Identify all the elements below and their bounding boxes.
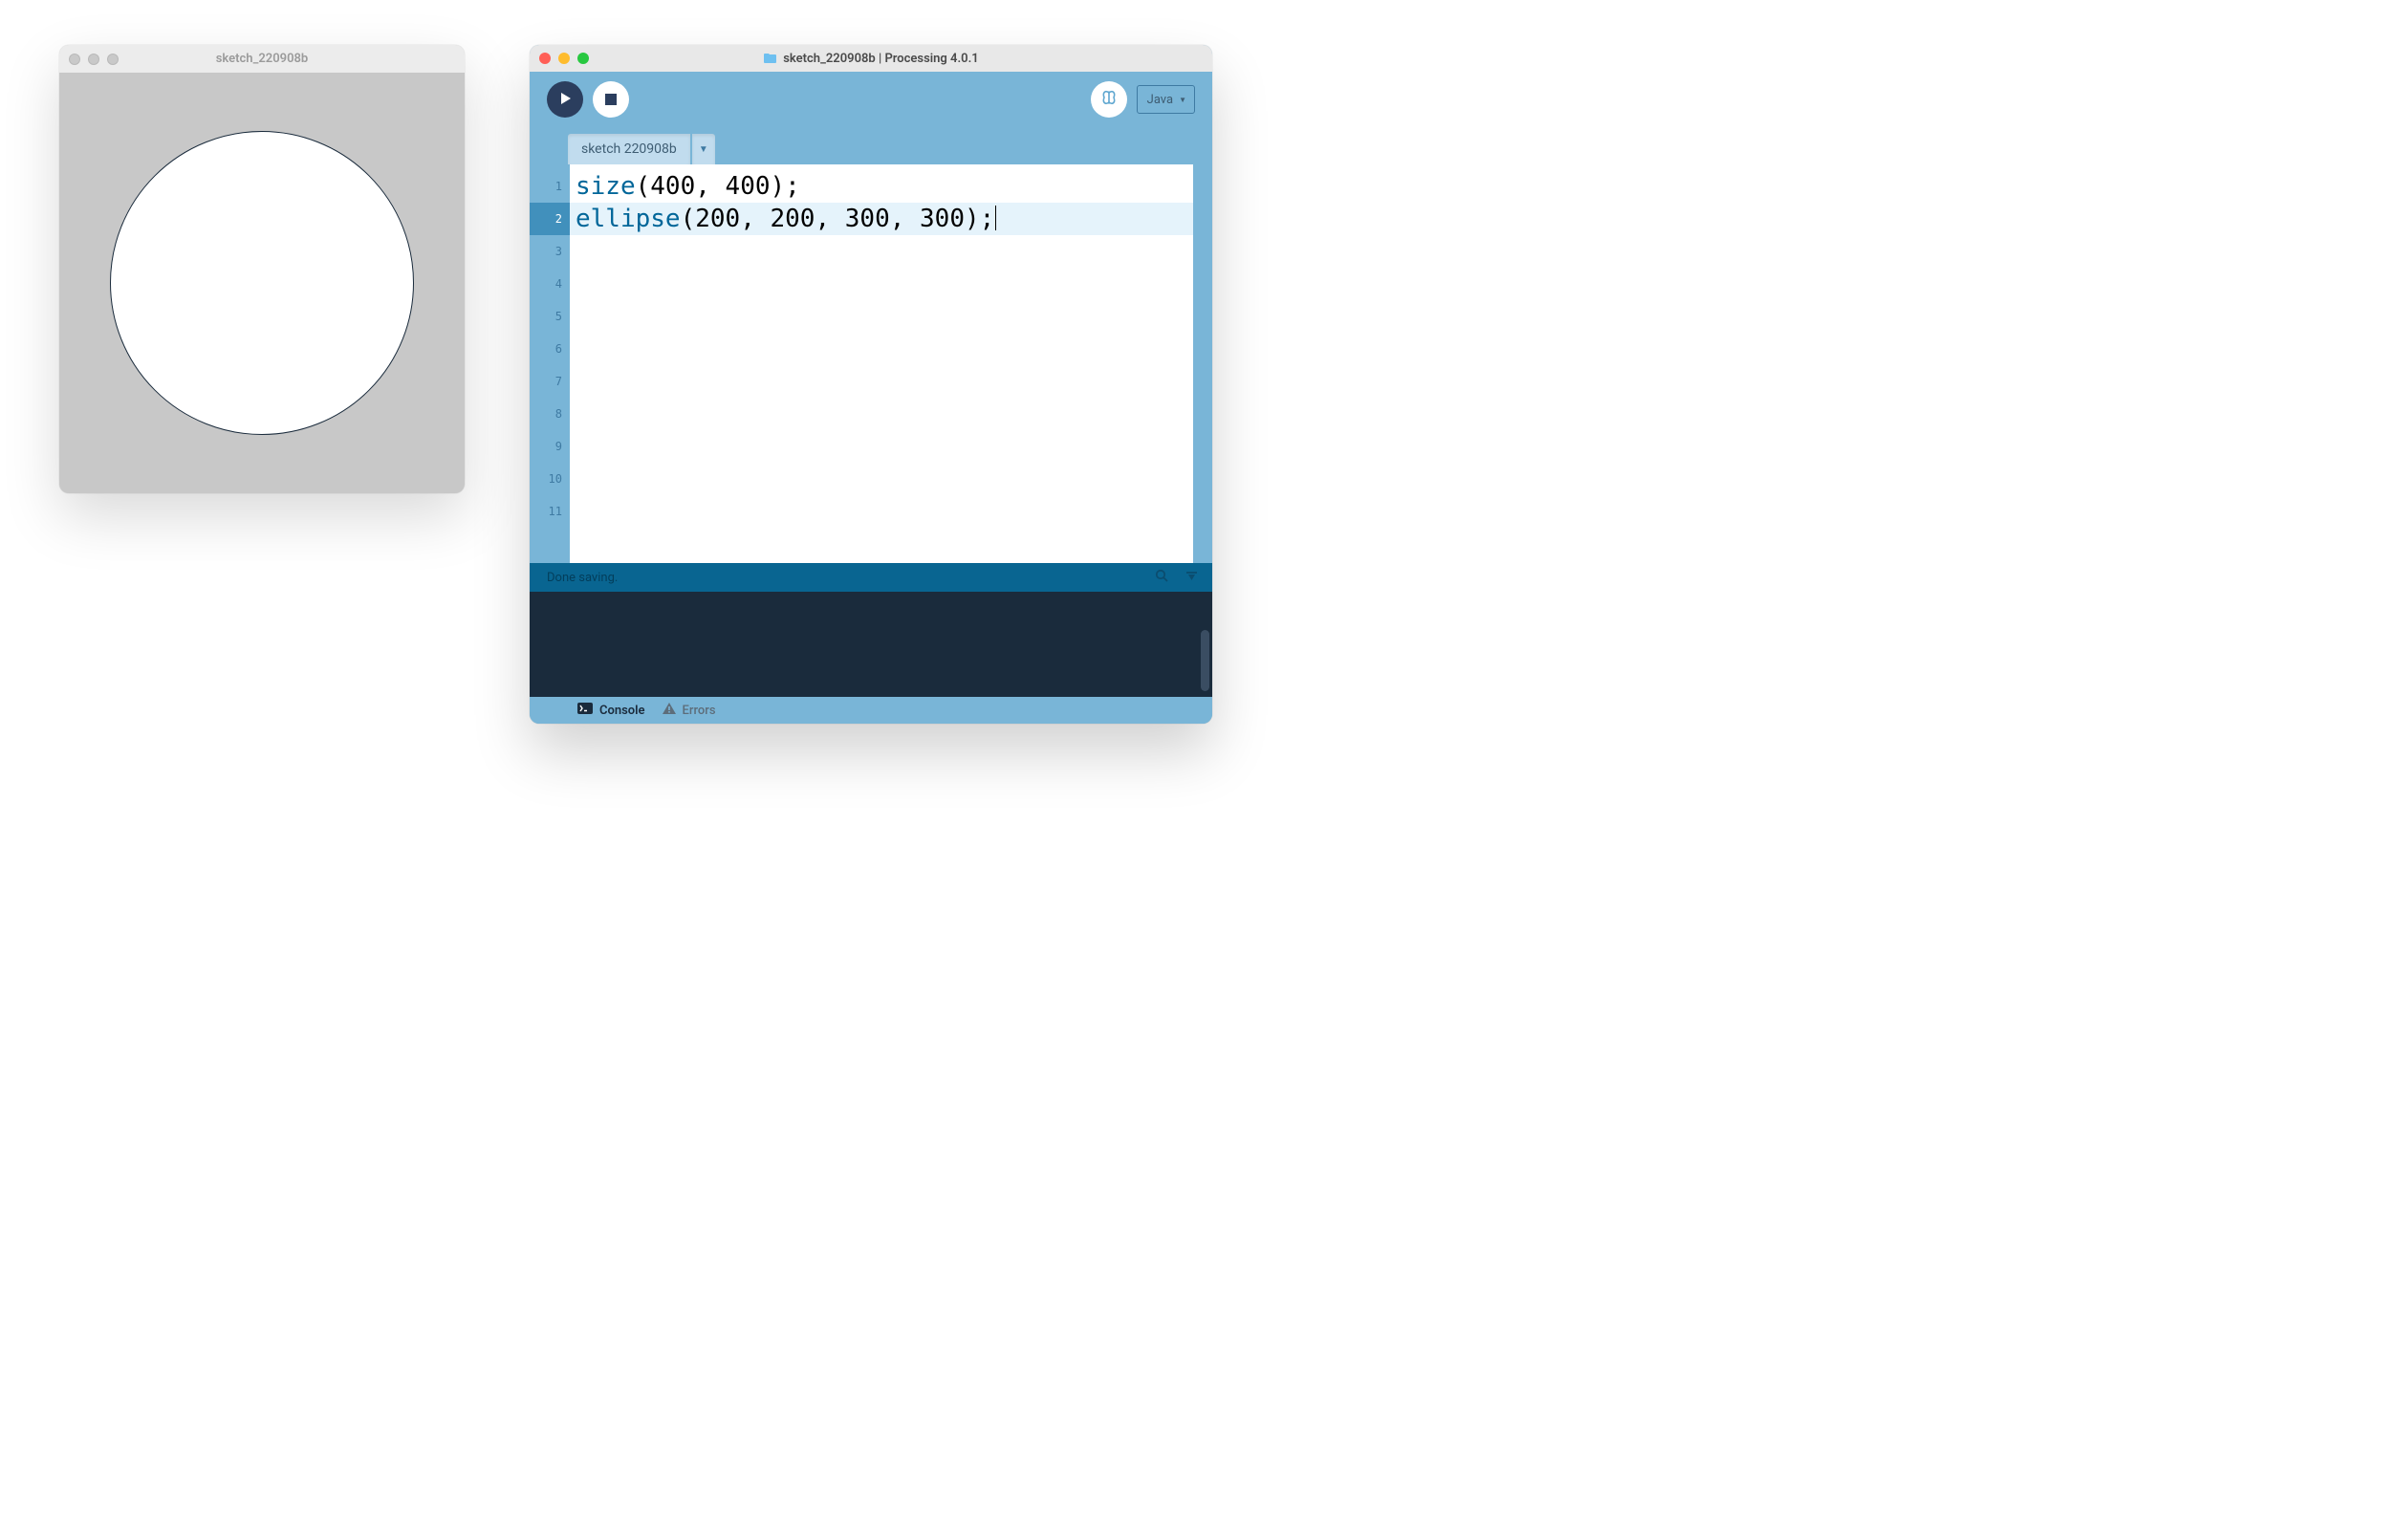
- tab-strip: sketch 220908b ▼: [530, 127, 1212, 164]
- console-scrollbar[interactable]: [1201, 630, 1209, 691]
- status-message: Done saving.: [547, 571, 618, 585]
- ide-window-title-wrap: sketch_220908b | Processing 4.0.1: [530, 52, 1212, 66]
- chevron-down-icon: ▼: [1179, 96, 1186, 104]
- line-number: 5: [530, 300, 570, 333]
- code-line[interactable]: [570, 333, 1193, 365]
- code-line[interactable]: [570, 365, 1193, 398]
- code-line[interactable]: [570, 495, 1193, 528]
- console-tab-label: Console: [599, 704, 645, 718]
- line-number: 1: [530, 170, 570, 203]
- status-bar: Done saving.: [530, 563, 1212, 592]
- ide-window: sketch_220908b | Processing 4.0.1: [530, 45, 1212, 724]
- line-number: 11: [530, 495, 570, 528]
- line-number: 6: [530, 333, 570, 365]
- console-output[interactable]: [530, 592, 1212, 697]
- editor-tab-label: sketch 220908b: [581, 141, 677, 157]
- play-icon: [558, 91, 572, 109]
- folder-icon: [763, 53, 777, 64]
- code-line[interactable]: [570, 300, 1193, 333]
- sketch-window-title: sketch_220908b: [59, 52, 465, 66]
- mode-select[interactable]: Java ▼: [1137, 85, 1195, 114]
- warning-icon: [663, 703, 676, 718]
- text-cursor: [995, 206, 996, 230]
- stop-button[interactable]: [593, 81, 629, 118]
- line-number: 8: [530, 398, 570, 430]
- ide-window-title: sketch_220908b | Processing 4.0.1: [783, 52, 978, 66]
- code-line[interactable]: [570, 430, 1193, 463]
- run-button[interactable]: [547, 81, 583, 118]
- terminal-icon: [577, 703, 593, 718]
- bottom-tab-strip: Console Errors: [530, 697, 1212, 724]
- chevron-down-icon: ▼: [699, 144, 708, 155]
- tab-menu-button[interactable]: ▼: [692, 134, 715, 164]
- ide-titlebar[interactable]: sketch_220908b | Processing 4.0.1: [530, 45, 1212, 72]
- sketch-titlebar[interactable]: sketch_220908b: [59, 45, 465, 73]
- line-number: 3: [530, 235, 570, 268]
- butterfly-icon: [1099, 88, 1119, 111]
- sketch-canvas: [59, 73, 465, 493]
- code-line[interactable]: size(400, 400);: [570, 170, 1193, 203]
- errors-tab[interactable]: Errors: [663, 703, 716, 718]
- mode-label: Java: [1147, 93, 1173, 107]
- line-number: 10: [530, 463, 570, 495]
- line-number: 2: [530, 203, 570, 235]
- rendered-ellipse: [110, 131, 414, 435]
- editor-tab[interactable]: sketch 220908b: [568, 134, 690, 164]
- sketch-output-window: sketch_220908b: [59, 45, 465, 493]
- code-line[interactable]: [570, 268, 1193, 300]
- errors-tab-label: Errors: [683, 704, 716, 718]
- gutter: 1234567891011: [530, 164, 570, 563]
- ide-toolbar: Java ▼: [530, 72, 1212, 127]
- collapse-icon[interactable]: [1185, 569, 1199, 587]
- code-editor[interactable]: size(400, 400);ellipse(200, 200, 300, 30…: [570, 164, 1193, 563]
- stop-icon: [605, 91, 617, 109]
- line-number: 4: [530, 268, 570, 300]
- code-line[interactable]: [570, 398, 1193, 430]
- code-line[interactable]: ellipse(200, 200, 300, 300);: [570, 203, 1193, 235]
- console-tab[interactable]: Console: [577, 703, 645, 718]
- line-number: 9: [530, 430, 570, 463]
- line-number: 7: [530, 365, 570, 398]
- editor-area: 1234567891011 size(400, 400);ellipse(200…: [530, 164, 1212, 563]
- code-line[interactable]: [570, 235, 1193, 268]
- search-icon[interactable]: [1155, 569, 1169, 587]
- debug-button[interactable]: [1091, 81, 1127, 118]
- code-line[interactable]: [570, 463, 1193, 495]
